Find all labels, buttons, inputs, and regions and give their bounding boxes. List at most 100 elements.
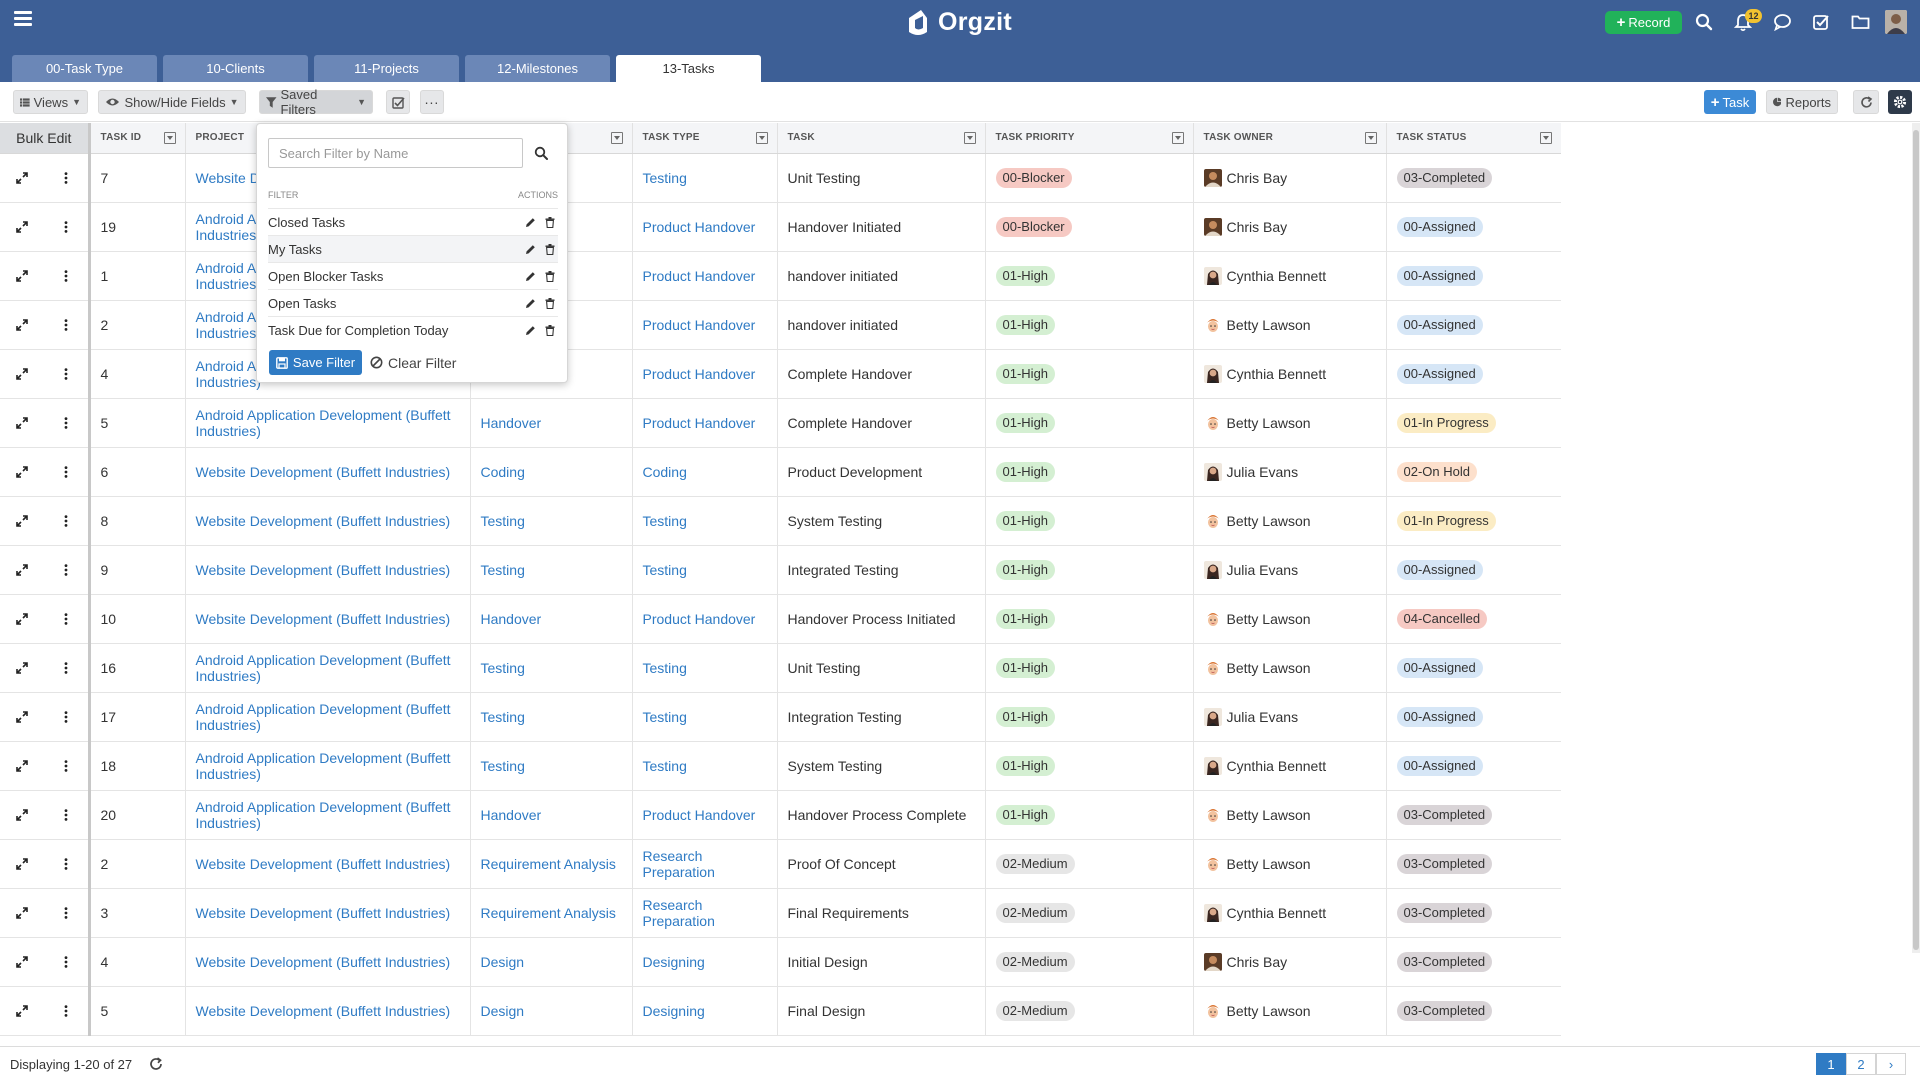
task-type-link[interactable]: Research Preparation (643, 897, 715, 929)
save-filter-button[interactable]: Save Filter (269, 350, 362, 375)
expand-icon[interactable] (12, 217, 32, 237)
filter-search-input[interactable] (268, 138, 523, 168)
project-link[interactable]: Website Development (Buffett Industries) (196, 905, 451, 921)
task-type-link[interactable]: Testing (643, 562, 687, 578)
column-filter-icon[interactable] (1539, 132, 1552, 144)
milestone-link[interactable]: Handover (481, 611, 542, 627)
expand-icon[interactable] (12, 315, 32, 335)
trash-icon[interactable] (544, 216, 556, 228)
saved-filter-item[interactable]: Task Due for Completion Today (268, 316, 558, 343)
task-type-link[interactable]: Designing (643, 1003, 705, 1019)
task-type-link[interactable]: Testing (643, 513, 687, 529)
task-type-link[interactable]: Product Handover (643, 219, 756, 235)
col-header-task-status[interactable]: Task Status (1386, 123, 1561, 154)
milestone-link[interactable]: Design (481, 1003, 525, 1019)
kebab-menu-icon[interactable] (56, 756, 76, 776)
chat-icon[interactable] (1771, 11, 1793, 33)
task-type-link[interactable]: Product Handover (643, 807, 756, 823)
pencil-icon[interactable] (524, 297, 536, 309)
expand-icon[interactable] (12, 1001, 32, 1021)
expand-icon[interactable] (12, 658, 32, 678)
col-header-task-type[interactable]: Task Type (632, 123, 778, 154)
more-options-button[interactable]: ... (420, 90, 444, 114)
tab-milestones[interactable]: 12-Milestones (465, 55, 610, 82)
task-type-link[interactable]: Product Handover (643, 366, 756, 382)
project-link[interactable]: Website Development (Buffett Industries) (196, 513, 451, 529)
expand-icon[interactable] (12, 413, 32, 433)
milestone-link[interactable]: Handover (481, 807, 542, 823)
kebab-menu-icon[interactable] (56, 609, 76, 629)
expand-icon[interactable] (12, 707, 32, 727)
saved-filter-item[interactable]: Open Blocker Tasks (268, 262, 558, 289)
kebab-menu-icon[interactable] (56, 168, 76, 188)
trash-icon[interactable] (544, 324, 556, 336)
add-task-button[interactable]: + Task (1704, 90, 1756, 114)
task-type-link[interactable]: Product Handover (643, 268, 756, 284)
col-header-task-id[interactable]: Task ID (89, 123, 186, 154)
expand-icon[interactable] (12, 903, 32, 923)
kebab-menu-icon[interactable] (56, 854, 76, 874)
select-all-button[interactable] (386, 90, 410, 114)
show-hide-fields-button[interactable]: Show/Hide Fields ▼ (98, 90, 246, 114)
project-link[interactable]: Android Application Development (Buffett… (196, 407, 451, 439)
project-link[interactable]: Website Development (Buffett Industries) (196, 611, 451, 627)
grid-scrollbar-thumb[interactable] (1913, 130, 1919, 950)
search-icon[interactable] (1693, 11, 1715, 33)
kebab-menu-icon[interactable] (56, 1001, 76, 1021)
saved-filter-item[interactable]: Open Tasks (268, 289, 558, 316)
project-link[interactable]: Android Application Development (Buffett… (196, 652, 451, 684)
tasks-check-icon[interactable] (1810, 11, 1832, 33)
task-type-link[interactable]: Testing (643, 660, 687, 676)
kebab-menu-icon[interactable] (56, 217, 76, 237)
pencil-icon[interactable] (524, 243, 536, 255)
column-filter-icon[interactable] (610, 132, 623, 144)
column-filter-icon[interactable] (963, 132, 976, 144)
milestone-link[interactable]: Testing (481, 513, 525, 529)
kebab-menu-icon[interactable] (56, 511, 76, 531)
column-filter-icon[interactable] (163, 132, 176, 144)
project-link[interactable]: Website Development (Buffett Industries) (196, 954, 451, 970)
column-filter-icon[interactable] (755, 132, 768, 144)
views-button[interactable]: Views ▼ (13, 90, 88, 114)
task-type-link[interactable]: Coding (643, 464, 687, 480)
task-type-link[interactable]: Product Handover (643, 611, 756, 627)
kebab-menu-icon[interactable] (56, 903, 76, 923)
folder-icon[interactable] (1849, 11, 1871, 33)
tab-projects[interactable]: 11-Projects (314, 55, 459, 82)
project-link[interactable]: Android Application Development (Buffett… (196, 701, 451, 733)
expand-icon[interactable] (12, 756, 32, 776)
kebab-menu-icon[interactable] (56, 413, 76, 433)
task-type-link[interactable]: Research Preparation (643, 848, 715, 880)
task-type-link[interactable]: Testing (643, 709, 687, 725)
task-type-link[interactable]: Product Handover (643, 317, 756, 333)
task-type-link[interactable]: Designing (643, 954, 705, 970)
trash-icon[interactable] (544, 243, 556, 255)
col-header-task-priority[interactable]: Task Priority (985, 123, 1194, 154)
task-type-link[interactable]: Testing (643, 170, 687, 186)
project-link[interactable]: Website Development (Buffett Industries) (196, 856, 451, 872)
col-header-task-owner[interactable]: Task Owner (1193, 123, 1387, 154)
kebab-menu-icon[interactable] (56, 462, 76, 482)
saved-filters-button[interactable]: Saved Filters ▼ (259, 87, 373, 117)
kebab-menu-icon[interactable] (56, 707, 76, 727)
trash-icon[interactable] (544, 270, 556, 282)
col-header-task[interactable]: Task (777, 123, 986, 154)
refresh-button[interactable] (1853, 90, 1879, 114)
milestone-link[interactable]: Testing (481, 709, 525, 725)
milestone-link[interactable]: Requirement Analysis (481, 856, 616, 872)
expand-icon[interactable] (12, 364, 32, 384)
saved-filter-item[interactable]: Closed Tasks (268, 208, 558, 235)
column-filter-icon[interactable] (1364, 132, 1377, 144)
project-link[interactable]: Android Application Development (Buffett… (196, 750, 451, 782)
kebab-menu-icon[interactable] (56, 364, 76, 384)
reports-button[interactable]: Reports (1766, 90, 1838, 114)
milestone-link[interactable]: Handover (481, 415, 542, 431)
user-avatar[interactable] (1885, 10, 1907, 34)
expand-icon[interactable] (12, 805, 32, 825)
brand-logo[interactable]: Orgzit (905, 5, 1012, 39)
clear-filter-button[interactable]: Clear Filter (370, 350, 460, 375)
page-1-button[interactable]: 1 (1816, 1053, 1846, 1075)
refresh-icon[interactable] (148, 1056, 164, 1072)
milestone-link[interactable]: Testing (481, 660, 525, 676)
expand-icon[interactable] (12, 168, 32, 188)
